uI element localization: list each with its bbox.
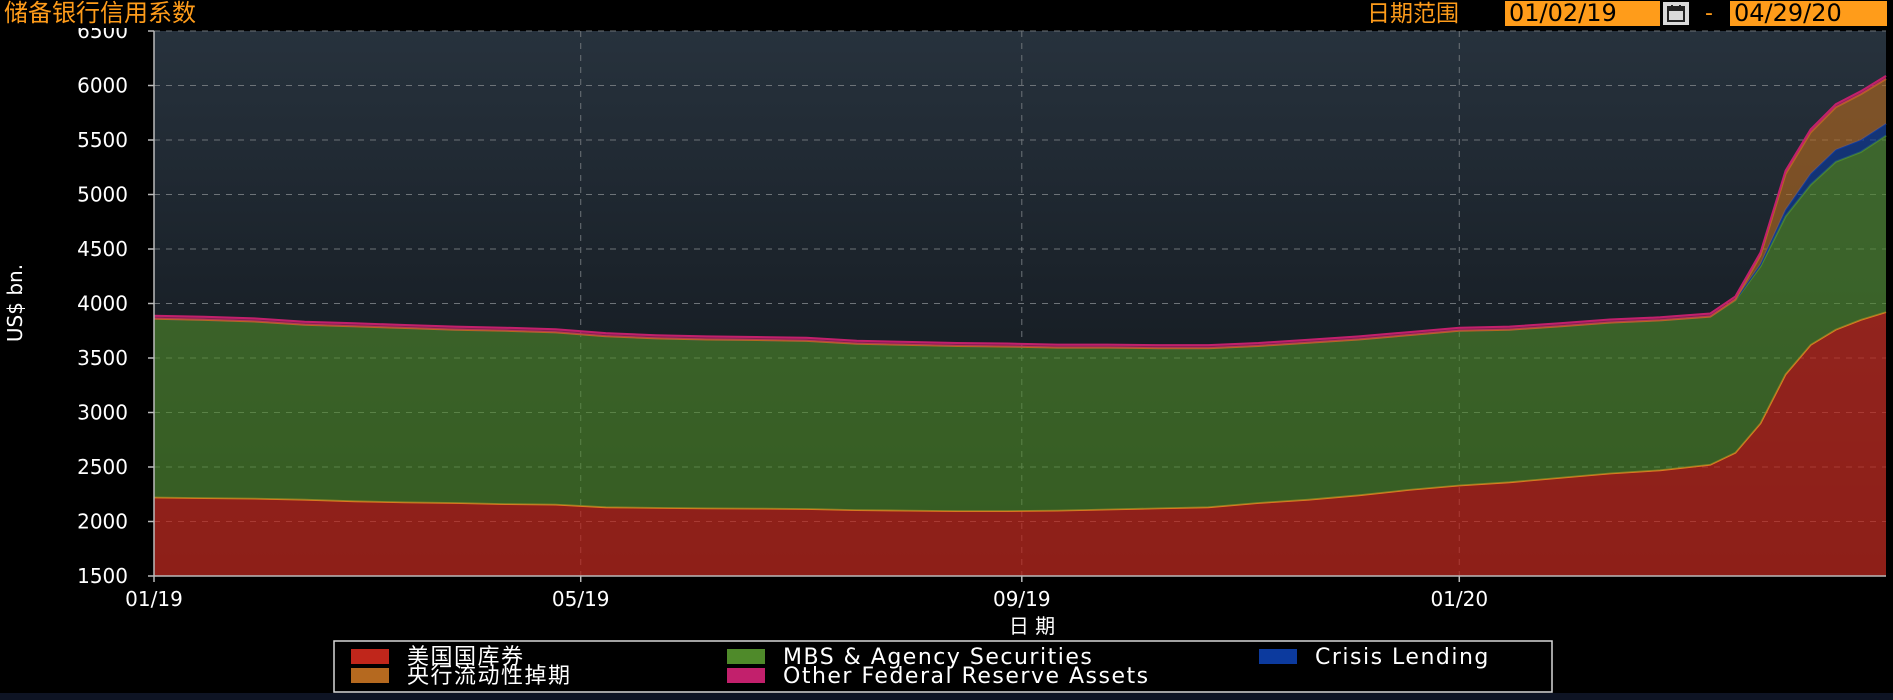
legend-swatch	[351, 668, 389, 683]
legend-item: Other Federal Reserve Assets	[727, 664, 1150, 689]
legend-swatch	[1259, 649, 1297, 664]
bottom-bar	[0, 693, 1893, 700]
y-tick-label: 1500	[77, 564, 128, 588]
x-tick-label: 09/19	[993, 587, 1051, 611]
legend-label: Crisis Lending	[1315, 645, 1490, 670]
y-tick-label: 5000	[77, 183, 128, 207]
calendar-icon[interactable]	[1663, 2, 1689, 25]
y-tick-label: 4500	[77, 237, 128, 261]
legend-swatch	[351, 649, 389, 664]
y-axis-title: US$ bn.	[3, 264, 27, 342]
chart-title: 储备银行信用系数	[4, 0, 196, 27]
y-tick-label: 4000	[77, 292, 128, 316]
y-tick-label: 5500	[77, 128, 128, 152]
legend-swatch	[727, 649, 765, 664]
y-tick-label: 6500	[77, 28, 128, 43]
x-tick-label: 05/19	[552, 587, 610, 611]
legend-label: 央行流动性掉期	[407, 664, 572, 689]
end-date-input[interactable]: 04/29/20	[1730, 1, 1887, 26]
date-range-label: 日期范围	[1367, 1, 1459, 27]
y-tick-label: 2500	[77, 455, 128, 479]
legend-label: Other Federal Reserve Assets	[783, 664, 1150, 689]
y-tick-label: 6000	[77, 74, 128, 98]
x-tick-label: 01/19	[125, 587, 183, 611]
legend-swatch	[727, 668, 765, 683]
y-tick-label: 3500	[77, 346, 128, 370]
x-tick-label: 01/20	[1430, 587, 1488, 611]
x-axis-title: 日 期	[1009, 614, 1055, 638]
legend: 美国国库券 MBS & Agency Securities Crisis Lendi…	[333, 640, 1553, 693]
date-range-separator: -	[1705, 1, 1713, 26]
y-tick-label: 2000	[77, 510, 128, 534]
start-date-input[interactable]: 01/02/19	[1505, 1, 1660, 26]
stacked-area-chart: 1500 2000 2500 3000 3500 4000 4500 5000 5500 6000…	[3, 28, 1887, 693]
y-tick-label: 3000	[77, 401, 128, 425]
